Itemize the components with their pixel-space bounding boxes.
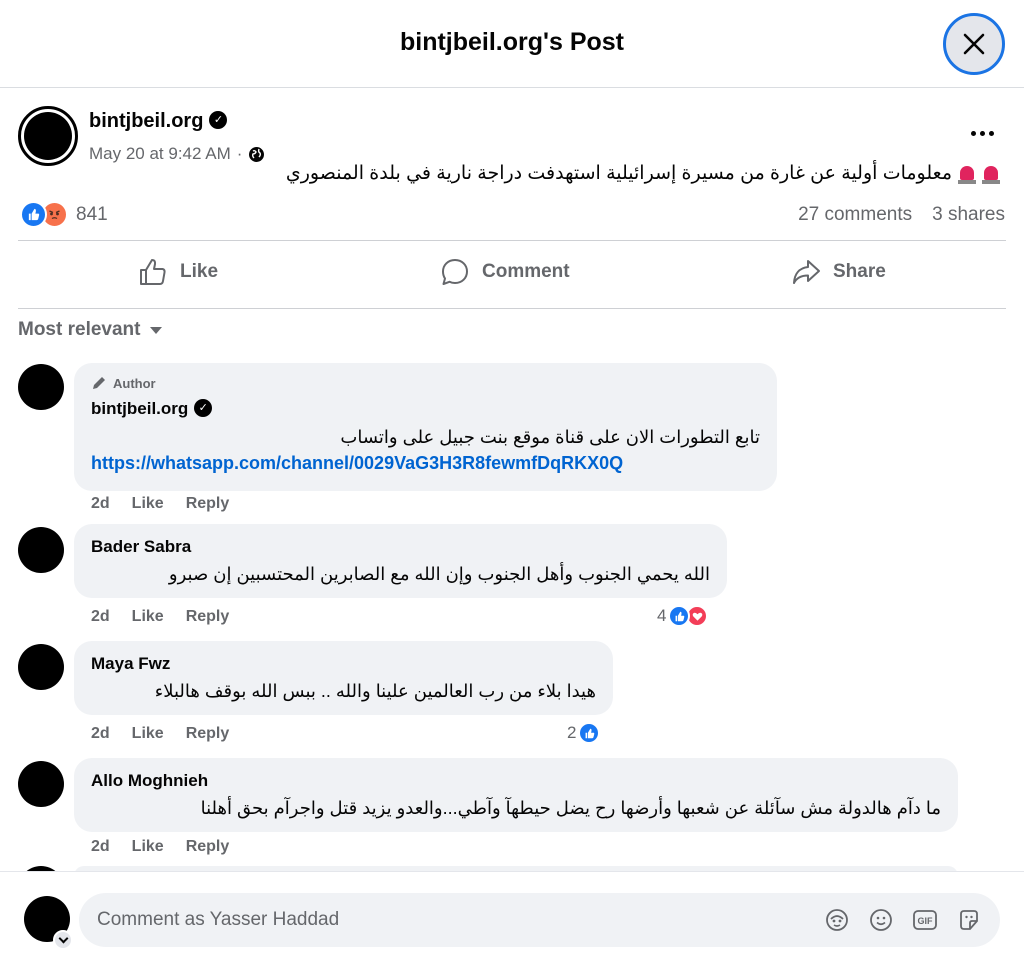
commenter-name-text[interactable]: bintjbeil.org — [91, 399, 188, 418]
share-button[interactable]: Share — [791, 252, 886, 292]
comment-text: الله يحمي الجنوب وأهل الجنوب وإن الله مع… — [168, 564, 710, 584]
comment-like-button[interactable]: Like — [132, 495, 164, 513]
caret-down-icon — [150, 326, 163, 334]
close-icon — [963, 33, 985, 55]
comment-actions: 2d Like Reply — [91, 838, 229, 856]
like-button[interactable]: Like — [138, 252, 218, 292]
commenter-name[interactable]: Bader Sabra — [91, 537, 191, 557]
commenter-avatar[interactable] — [18, 644, 64, 690]
comment-bubble: Maya Fwz هيدا بلاء من رب العالمين علينا … — [74, 641, 613, 715]
comment-age[interactable]: 2d — [91, 495, 110, 513]
post-author[interactable]: bintjbeil.org ✓ — [89, 110, 228, 133]
comment-input[interactable] — [97, 893, 797, 947]
speech-bubble-icon — [442, 259, 468, 285]
meta-separator: · — [236, 144, 243, 163]
comment-like-button[interactable]: Like — [132, 608, 164, 626]
thumbs-up-icon — [140, 259, 166, 285]
share-arrow-icon — [793, 260, 820, 284]
svg-text:GIF: GIF — [918, 916, 934, 926]
comment-reactions[interactable]: 2 — [567, 722, 601, 744]
commenter-avatar[interactable] — [18, 761, 64, 807]
share-button-label: Share — [833, 261, 886, 282]
pen-icon — [93, 377, 105, 389]
author-badge: Author — [91, 375, 156, 391]
post-reactions[interactable]: 841 — [20, 201, 108, 228]
post-dialog-header: bintjbeil.org's Post — [0, 0, 1024, 88]
commenter-name[interactable]: Allo Moghnieh — [91, 771, 208, 791]
like-reaction-icon — [20, 201, 47, 228]
sort-label: Most relevant — [18, 319, 141, 340]
comment-actions: 2d Like Reply — [91, 495, 229, 513]
comment-link[interactable]: https://whatsapp.com/channel/0029VaG3H3R… — [91, 453, 623, 474]
like-reaction-icon — [578, 722, 601, 744]
commenter-name[interactable]: Maya Fwz — [91, 654, 170, 674]
comment-composer: GIF — [0, 871, 1024, 973]
post-stats: 27 comments 3 shares — [798, 204, 1005, 226]
gif-icon[interactable]: GIF — [912, 907, 938, 933]
post-author-name[interactable]: bintjbeil.org — [89, 110, 203, 132]
verified-badge-icon: ✓ — [209, 110, 228, 129]
dialog-title: bintjbeil.org's Post — [399, 28, 624, 56]
comment-actions: 2d Like Reply — [91, 725, 229, 743]
avatar-sticker-icon[interactable] — [824, 907, 850, 933]
comment-bubble: Allo Moghnieh ما دآم هالدولة مش سآئلة عن… — [74, 758, 958, 832]
comment-text: هيدا بلاء من رب العالمين علينا والله .. … — [154, 681, 596, 701]
commenter-avatar[interactable] — [18, 527, 64, 573]
comment-age[interactable]: 2d — [91, 838, 110, 856]
post-date[interactable]: May 20 at 9:42 AM — [89, 144, 231, 164]
comment-bubble: Author bintjbeil.org ✓ تابع التطورات الان… — [74, 363, 777, 491]
close-button[interactable] — [943, 13, 1005, 75]
comments-count[interactable]: 27 comments — [798, 204, 912, 226]
comment-sort-dropdown[interactable]: Most relevant — [18, 319, 163, 341]
comment-box[interactable]: GIF — [79, 893, 1000, 947]
commenter-name[interactable]: bintjbeil.org ✓ — [91, 398, 213, 419]
post-options-button[interactable] — [962, 118, 1002, 148]
comment-reaction-count: 2 — [567, 723, 577, 742]
comment-like-button[interactable]: Like — [132, 838, 164, 856]
composer-tools: GIF — [824, 907, 982, 933]
like-reaction-icon — [668, 605, 691, 627]
comment-age[interactable]: 2d — [91, 608, 110, 626]
reaction-count[interactable]: 841 — [76, 204, 108, 226]
comment-button[interactable]: Comment — [440, 252, 570, 292]
comment-text: ما دآم هالدولة مش سآئلة عن شعبها وأرضها … — [200, 798, 941, 818]
shares-count[interactable]: 3 shares — [932, 204, 1005, 226]
page-avatar[interactable] — [18, 106, 78, 166]
comment-reply-button[interactable]: Reply — [186, 838, 230, 856]
divider — [18, 240, 1006, 241]
post-meta: May 20 at 9:42 AM · — [89, 144, 265, 164]
divider — [18, 308, 1006, 309]
comment-reply-button[interactable]: Reply — [186, 495, 230, 513]
comment-bubble: Bader Sabra الله يحمي الجنوب وأهل الجنوب… — [74, 524, 727, 598]
comment-actions: 2d Like Reply — [91, 608, 229, 626]
sticker-icon[interactable] — [956, 907, 982, 933]
verified-badge-icon: ✓ — [194, 398, 213, 417]
comment-reply-button[interactable]: Reply — [186, 608, 230, 626]
emoji-icon[interactable] — [868, 907, 894, 933]
comment-text: تابع التطورات الان على قناة موقع بنت جبي… — [340, 427, 760, 447]
comment-button-label: Comment — [482, 261, 570, 282]
comment-age[interactable]: 2d — [91, 725, 110, 743]
comment-reaction-count: 4 — [657, 606, 667, 625]
comment-reply-button[interactable]: Reply — [186, 725, 230, 743]
siren-icon — [982, 164, 1000, 184]
author-badge-label: Author — [113, 375, 156, 391]
post-text-content: معلومات أولية عن غارة من مسيرة إسرائيلية… — [285, 163, 952, 184]
post-text: معلومات أولية عن غارة من مسيرة إسرائيلية… — [286, 162, 1000, 185]
siren-icon — [958, 164, 976, 184]
comment-like-button[interactable]: Like — [132, 725, 164, 743]
like-button-label: Like — [180, 261, 219, 282]
comment-reactions[interactable]: 4 — [657, 605, 709, 627]
globe-icon — [249, 146, 265, 162]
chevron-down-icon[interactable] — [53, 930, 73, 950]
commenter-avatar[interactable] — [18, 364, 64, 410]
